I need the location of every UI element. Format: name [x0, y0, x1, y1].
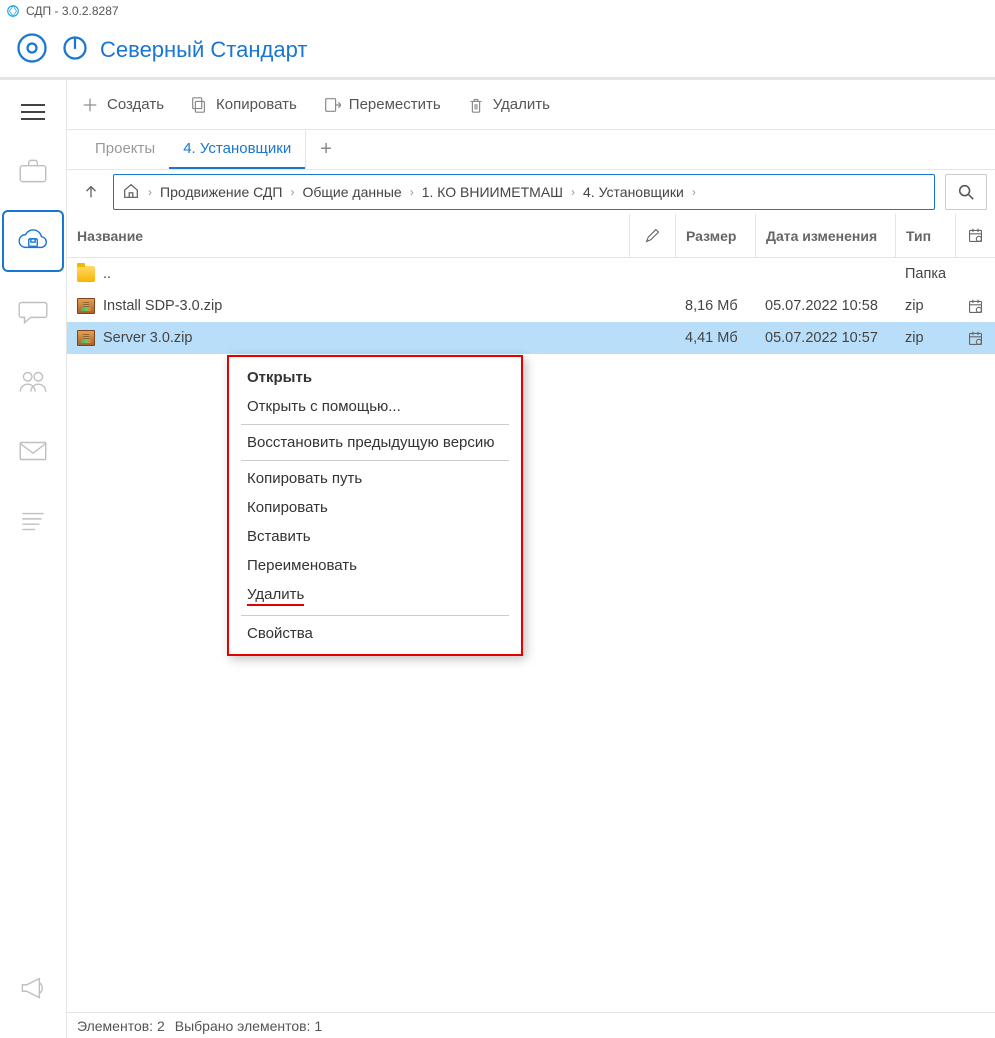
- sidebar-announce-icon[interactable]: [2, 956, 64, 1018]
- status-bar: Элементов: 2 Выбрано элементов: 1: [67, 1012, 995, 1038]
- move-button[interactable]: Переместить: [323, 96, 441, 114]
- file-type: Папка: [895, 266, 955, 282]
- status-elements: Элементов: 2: [77, 1018, 165, 1034]
- ctx-separator: [241, 460, 509, 461]
- file-date: 05.07.2022 10:57: [755, 330, 895, 346]
- sidebar-mail-icon[interactable]: [2, 420, 64, 482]
- main-area: Создать Копировать Переместить Удалить П…: [67, 80, 995, 1038]
- file-name: Install SDP-3.0.zip: [103, 298, 222, 314]
- chevron-right-icon: ›: [144, 185, 156, 199]
- col-edit-header[interactable]: [629, 214, 675, 257]
- org-name: Северный Стандарт: [100, 37, 307, 63]
- context-menu: Открыть Открыть с помощью... Восстановит…: [227, 355, 523, 656]
- table-row[interactable]: Server 3.0.zip 4,41 Мб05.07.2022 10:57zip: [67, 322, 995, 354]
- col-size-header[interactable]: Размер: [675, 214, 755, 257]
- chevron-right-icon: ›: [688, 185, 700, 199]
- chevron-right-icon: ›: [286, 185, 298, 199]
- breadcrumb-seg[interactable]: Общие данные: [302, 184, 401, 200]
- sidebar-cloud-save-icon[interactable]: [2, 210, 64, 272]
- ctx-copy-path[interactable]: Копировать путь: [229, 464, 521, 493]
- ctx-properties[interactable]: Свойства: [229, 619, 521, 648]
- calendar-icon: [955, 298, 995, 315]
- sidebar-list-icon[interactable]: [2, 490, 64, 552]
- breadcrumb-seg[interactable]: 4. Установщики: [583, 184, 684, 200]
- tab-installers[interactable]: 4. Установщики: [169, 130, 305, 169]
- file-name: Server 3.0.zip: [103, 330, 192, 346]
- col-type-header[interactable]: Тип: [895, 214, 955, 257]
- ctx-separator: [241, 615, 509, 616]
- table-row[interactable]: .. Папка: [67, 258, 995, 290]
- col-name-header[interactable]: Название: [67, 214, 629, 257]
- file-date: 05.07.2022 10:58: [755, 298, 895, 314]
- tab-projects[interactable]: Проекты: [81, 130, 169, 169]
- file-type: zip: [895, 330, 955, 346]
- create-button[interactable]: Создать: [81, 96, 164, 114]
- sidebar-users-icon[interactable]: [2, 350, 64, 412]
- file-name: ..: [103, 266, 111, 282]
- delete-label: Удалить: [493, 96, 550, 113]
- col-date-header[interactable]: Дата изменения: [755, 214, 895, 257]
- app-icon: [6, 4, 20, 18]
- chevron-right-icon: ›: [406, 185, 418, 199]
- ctx-open[interactable]: Открыть: [229, 363, 521, 392]
- ctx-copy[interactable]: Копировать: [229, 493, 521, 522]
- left-sidebar: [0, 80, 67, 1038]
- sidebar-briefcase-icon[interactable]: [2, 140, 64, 202]
- archive-icon: [77, 298, 95, 314]
- ctx-rename[interactable]: Переименовать: [229, 551, 521, 580]
- breadcrumb-row: › Продвижение СДП › Общие данные › 1. КО…: [67, 170, 995, 214]
- ctx-paste[interactable]: Вставить: [229, 522, 521, 551]
- ctx-separator: [241, 424, 509, 425]
- sidebar-chat-icon[interactable]: [2, 280, 64, 342]
- calendar-icon: [955, 330, 995, 347]
- ctx-restore-prev[interactable]: Восстановить предыдущую версию: [229, 428, 521, 457]
- action-toolbar: Создать Копировать Переместить Удалить: [67, 80, 995, 130]
- search-button[interactable]: [945, 174, 987, 210]
- table-row[interactable]: Install SDP-3.0.zip 8,16 Мб05.07.2022 10:…: [67, 290, 995, 322]
- tab-label: Проекты: [95, 140, 155, 157]
- file-size: 4,41 Мб: [675, 330, 755, 346]
- logo-swirl-icon: [14, 30, 50, 69]
- file-size: 8,16 Мб: [675, 298, 755, 314]
- ctx-delete[interactable]: Удалить: [229, 580, 521, 612]
- ctx-open-with[interactable]: Открыть с помощью...: [229, 392, 521, 421]
- delete-button[interactable]: Удалить: [467, 96, 550, 114]
- col-calendar-header[interactable]: [955, 214, 995, 257]
- menu-button[interactable]: [13, 92, 53, 132]
- copy-label: Копировать: [216, 96, 297, 113]
- status-selected: Выбрано элементов: 1: [175, 1018, 322, 1034]
- window-titlebar: СДП - 3.0.2.8287: [0, 0, 995, 22]
- tab-label: 4. Установщики: [183, 140, 291, 157]
- copy-button[interactable]: Копировать: [190, 96, 297, 114]
- breadcrumb-path[interactable]: › Продвижение СДП › Общие данные › 1. КО…: [113, 174, 935, 210]
- file-table: Название Размер Дата изменения Тип .. Пап…: [67, 214, 995, 1012]
- folder-icon: [77, 266, 95, 282]
- create-label: Создать: [107, 96, 164, 113]
- app-header: Северный Стандарт: [0, 22, 995, 80]
- breadcrumb-seg[interactable]: Продвижение СДП: [160, 184, 282, 200]
- tab-add-button[interactable]: +: [305, 130, 346, 169]
- breadcrumb-seg[interactable]: 1. КО ВНИИМЕТМАШ: [422, 184, 563, 200]
- tabs-bar: Проекты 4. Установщики +: [67, 130, 995, 170]
- power-icon[interactable]: [60, 33, 90, 66]
- table-header: Название Размер Дата изменения Тип: [67, 214, 995, 258]
- move-label: Переместить: [349, 96, 441, 113]
- chevron-right-icon: ›: [567, 185, 579, 199]
- home-icon[interactable]: [122, 182, 140, 203]
- archive-icon: [77, 330, 95, 346]
- window-title: СДП - 3.0.2.8287: [26, 4, 119, 18]
- nav-up-button[interactable]: [75, 176, 107, 208]
- file-type: zip: [895, 298, 955, 314]
